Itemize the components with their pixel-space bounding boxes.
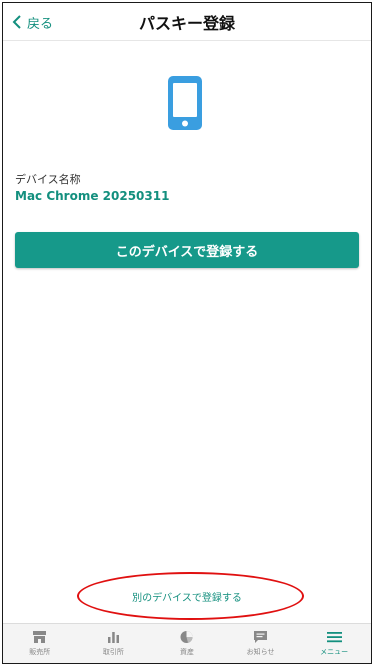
- tab-label: 取引所: [102, 648, 124, 656]
- device-name-value: Mac Chrome 20250311: [15, 189, 170, 203]
- smartphone-icon: [168, 76, 202, 130]
- pie-chart-icon: [180, 631, 193, 643]
- tab-label: メニュー: [320, 648, 349, 656]
- register-other-device-link[interactable]: 別のデバイスで登録する: [3, 589, 371, 604]
- menu-icon: [326, 632, 342, 643]
- header: 戻る パスキー登録: [3, 3, 371, 41]
- page-title: パスキー登録: [138, 14, 235, 33]
- tab-news[interactable]: お知らせ: [224, 624, 298, 663]
- shop-icon: [33, 631, 47, 643]
- device-name-label: デバイス名称: [15, 173, 81, 186]
- bottom-tab-bar: 販売所 取引所 資産 お知らせ メニュー: [3, 623, 371, 663]
- app-frame: 戻る パスキー登録 デバイス名称 Mac Chrome 20250311 このデ…: [2, 2, 372, 664]
- bar-chart-icon: [107, 632, 119, 643]
- tab-label: お知らせ: [246, 648, 275, 656]
- message-icon: [254, 631, 268, 643]
- tab-shop[interactable]: 販売所: [3, 624, 77, 663]
- tab-exchange[interactable]: 取引所: [77, 624, 151, 663]
- tab-label: 資産: [179, 648, 194, 656]
- tab-menu[interactable]: メニュー: [297, 624, 371, 663]
- register-this-device-button[interactable]: このデバイスで登録する: [15, 232, 359, 268]
- tab-label: 販売所: [29, 648, 51, 656]
- tab-assets[interactable]: 資産: [150, 624, 224, 663]
